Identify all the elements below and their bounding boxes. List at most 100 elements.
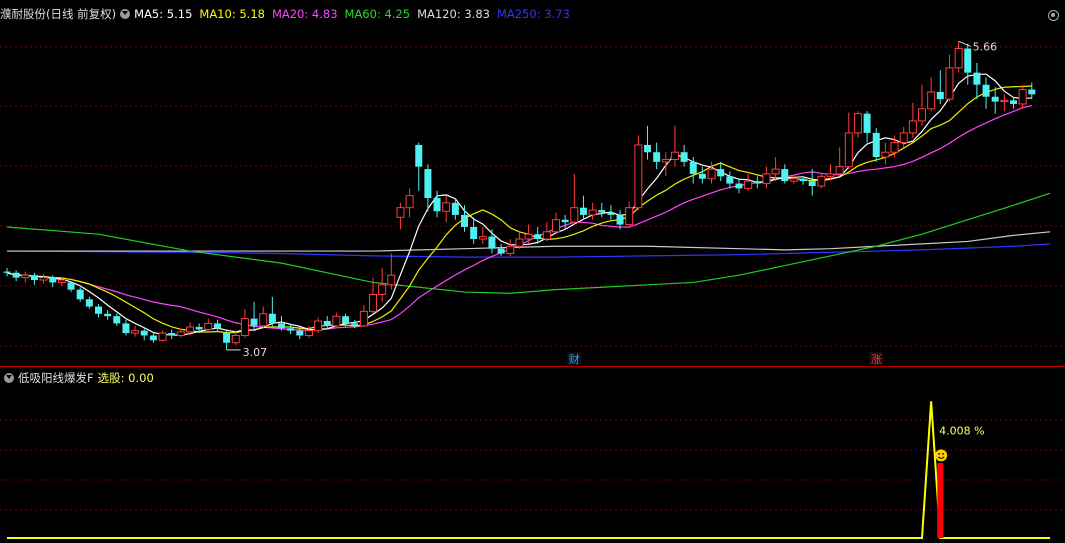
candle bbox=[332, 312, 341, 329]
candle bbox=[863, 111, 871, 143]
candle-body bbox=[534, 234, 542, 240]
candle bbox=[726, 171, 734, 189]
candle-body bbox=[140, 330, 148, 336]
smiley-eye bbox=[942, 452, 945, 455]
candle-body bbox=[1018, 89, 1027, 105]
dropdown-icon[interactable] bbox=[120, 9, 131, 19]
settings-icon[interactable] bbox=[1048, 10, 1059, 21]
candle-body bbox=[506, 245, 515, 254]
candle-body bbox=[781, 169, 789, 182]
main-chart-header: 濮耐股份(日线 前复权) MA5: 5.15 MA10: 5.18 MA20: 4.8… bbox=[0, 5, 577, 23]
candle bbox=[223, 330, 231, 350]
indicator-title: 低吸阳线爆发F bbox=[18, 371, 94, 385]
candle-body bbox=[415, 144, 423, 167]
stock-chart: 5.66 3.07 财 涨 4.008 % bbox=[0, 40, 1065, 539]
candle bbox=[478, 226, 487, 244]
candle-body bbox=[817, 175, 826, 187]
candle-body bbox=[488, 236, 496, 249]
candle-body bbox=[332, 315, 341, 327]
smiley-face bbox=[935, 449, 948, 462]
event-marker-0: 财 bbox=[569, 352, 580, 366]
candle bbox=[95, 304, 102, 318]
candle-body bbox=[524, 233, 533, 240]
candle bbox=[268, 296, 276, 326]
candle bbox=[835, 147, 844, 177]
candle bbox=[85, 296, 93, 309]
candle-body bbox=[808, 181, 816, 186]
candle-body bbox=[853, 113, 862, 134]
candle-body bbox=[396, 207, 405, 218]
candle bbox=[442, 195, 451, 223]
candle-body bbox=[12, 272, 20, 278]
candle-body bbox=[552, 219, 560, 233]
candle-body bbox=[1028, 89, 1036, 95]
candle bbox=[433, 190, 441, 218]
ma5-line bbox=[6, 73, 1032, 336]
candle bbox=[552, 212, 560, 235]
candle-body bbox=[689, 161, 697, 174]
candle bbox=[314, 317, 323, 334]
ma60-label: MA60: 4.25 bbox=[344, 7, 411, 21]
candle-body bbox=[158, 332, 167, 341]
candle-body bbox=[250, 318, 258, 326]
candle-body bbox=[670, 151, 679, 160]
candle bbox=[149, 333, 157, 343]
candle bbox=[1018, 84, 1027, 109]
candle-body bbox=[607, 212, 615, 215]
indicator-dropdown-icon[interactable] bbox=[4, 373, 14, 383]
candle-body bbox=[771, 168, 780, 175]
candle bbox=[240, 308, 249, 338]
peak-value-label: 4.008 % bbox=[939, 424, 984, 437]
candle-body bbox=[680, 152, 688, 162]
candle bbox=[1000, 94, 1009, 112]
indicator-grid bbox=[0, 419, 1065, 511]
candle-body bbox=[314, 320, 323, 332]
candle-body bbox=[213, 323, 221, 329]
candle-body bbox=[231, 334, 240, 344]
candle-body bbox=[131, 330, 140, 334]
candle bbox=[387, 253, 396, 290]
candle-body bbox=[240, 318, 249, 336]
candle-body bbox=[799, 178, 807, 182]
candle-body bbox=[57, 279, 66, 283]
candle-body bbox=[616, 214, 624, 225]
candle-body bbox=[323, 321, 331, 326]
signal-label: 选股: 0.00 bbox=[97, 371, 154, 385]
candle bbox=[250, 301, 258, 330]
candle bbox=[287, 324, 295, 335]
candle-body bbox=[954, 48, 963, 69]
candle bbox=[744, 173, 753, 191]
candle-body bbox=[278, 323, 285, 329]
candle bbox=[579, 195, 587, 220]
candle bbox=[753, 176, 761, 189]
candle bbox=[927, 77, 936, 112]
candle-body bbox=[268, 313, 276, 324]
candle-body bbox=[899, 132, 908, 144]
candle bbox=[781, 164, 789, 184]
candle-body bbox=[76, 289, 84, 300]
candle bbox=[872, 128, 880, 162]
ma5-label: MA5: 5.15 bbox=[134, 7, 193, 21]
candle-body bbox=[369, 293, 377, 312]
candle-body bbox=[104, 313, 112, 317]
candle bbox=[140, 328, 148, 341]
candle bbox=[918, 84, 926, 126]
candle-body bbox=[287, 328, 295, 331]
candle bbox=[67, 281, 75, 293]
candle-body bbox=[881, 151, 890, 158]
candle-body bbox=[863, 113, 871, 133]
candle-body bbox=[351, 323, 359, 326]
candle bbox=[470, 217, 478, 244]
candle-body bbox=[259, 313, 268, 327]
candle-body bbox=[542, 231, 551, 240]
indicator-panel: 4.008 % bbox=[7, 401, 1051, 539]
candlesticks bbox=[3, 41, 1036, 350]
candle-body bbox=[359, 310, 368, 327]
candle-body bbox=[1010, 100, 1017, 104]
candle bbox=[762, 166, 771, 189]
candle bbox=[213, 319, 221, 332]
high-price-label: 5.66 bbox=[973, 40, 998, 53]
candle bbox=[717, 161, 725, 182]
candle-body bbox=[762, 173, 771, 185]
candle bbox=[12, 270, 20, 282]
